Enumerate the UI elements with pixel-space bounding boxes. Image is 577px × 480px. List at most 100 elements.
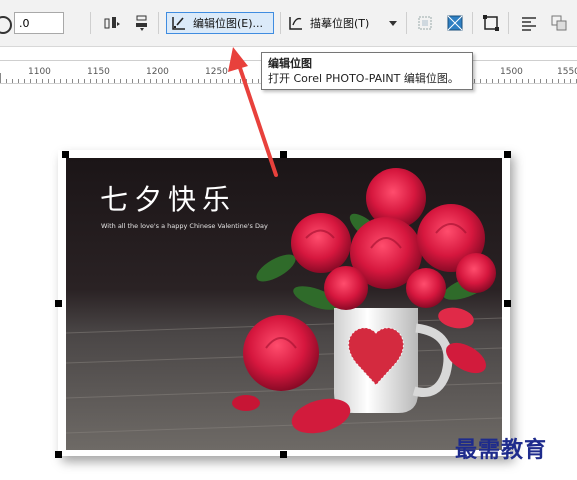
ruler-tick <box>132 79 133 83</box>
ruler-tick <box>228 79 229 83</box>
ruler-tick <box>480 79 481 83</box>
ruler-tick <box>102 79 103 83</box>
ruler-tick <box>108 79 109 83</box>
resize-handle-top[interactable] <box>280 151 287 158</box>
ruler-tick <box>144 79 145 83</box>
arrange-icon[interactable] <box>548 12 570 34</box>
tooltip-description: 打开 Corel PHOTO-PAINT 编辑位图。 <box>268 72 459 85</box>
ruler-tick <box>546 79 547 83</box>
ruler-tick <box>216 79 217 83</box>
tooltip: 编辑位图 打开 Corel PHOTO-PAINT 编辑位图。 <box>261 52 473 90</box>
edit-bitmap-button[interactable]: 编辑位图(E)... <box>166 12 274 34</box>
ruler-tick <box>252 79 253 83</box>
ruler-tick <box>522 79 523 83</box>
ruler-tick <box>552 79 553 83</box>
ruler-tick <box>180 79 181 83</box>
trace-bitmap-icon <box>289 17 302 30</box>
ruler-tick <box>528 79 529 83</box>
ruler-tick <box>42 79 43 83</box>
ruler-tick <box>258 79 259 83</box>
ruler-label: 1150 <box>87 67 110 77</box>
ruler-tick <box>186 79 187 83</box>
ruler-tick <box>150 79 151 83</box>
ruler-tick <box>504 79 505 83</box>
trace-bitmap-label: 描摹位图(T) <box>310 17 370 30</box>
ruler-tick <box>246 79 247 83</box>
resize-handle-right[interactable] <box>504 300 511 307</box>
ruler-tick <box>96 79 97 83</box>
ruler-label: 1100 <box>28 67 51 77</box>
ruler-label: 1550 <box>557 67 577 77</box>
ruler-tick <box>198 79 199 83</box>
edit-bitmap-label: 编辑位图(E)... <box>193 17 264 30</box>
ruler-tick <box>222 79 223 83</box>
toolbar-separator <box>508 12 509 34</box>
ruler-tick <box>534 79 535 83</box>
ruler-tick <box>474 79 475 83</box>
toolbar-separator <box>90 12 91 34</box>
property-toolbar: 编辑位图(E)... 描摹位图(T) <box>0 0 577 47</box>
rotation-icon <box>0 16 12 34</box>
ruler-tick <box>498 79 499 83</box>
trace-bitmap-button[interactable]: 描摹位图(T) <box>288 12 384 34</box>
ruler-tick <box>156 79 157 83</box>
ruler-tick <box>564 79 565 83</box>
bounding-box-icon[interactable] <box>480 12 502 34</box>
mirror-vertical-icon[interactable] <box>131 12 153 34</box>
resize-handle-bottom-left[interactable] <box>55 451 62 458</box>
ruler-tick <box>570 79 571 83</box>
toolbar-separator <box>406 12 407 34</box>
ruler-tick <box>168 79 169 83</box>
ruler-tick <box>174 79 175 83</box>
watermark-logo: 最需教育 <box>455 437 548 463</box>
ruler-tick <box>48 79 49 83</box>
ruler-tick <box>540 79 541 83</box>
ruler-tick <box>162 79 163 83</box>
resize-handle-bottom[interactable] <box>280 451 287 458</box>
ruler-tick <box>204 79 205 83</box>
wrap-text-icon[interactable] <box>518 12 540 34</box>
ruler-tick <box>240 79 241 83</box>
resize-handle-top-right[interactable] <box>504 151 511 158</box>
ruler-label: 1250 <box>205 67 228 77</box>
ruler-tick <box>516 79 517 83</box>
ruler-tick <box>84 79 85 83</box>
toolbar-separator <box>472 12 473 34</box>
resize-handle-left[interactable] <box>55 300 62 307</box>
ruler-tick <box>210 79 211 83</box>
ruler-tick <box>36 79 37 83</box>
ruler-tick <box>558 79 559 83</box>
image-subtitle-text: With all the love's a happy Chinese Vale… <box>101 222 268 230</box>
ruler-tick <box>138 79 139 83</box>
resample-bitmap-icon[interactable] <box>444 12 466 34</box>
image-title-text: 七夕快乐 <box>100 183 237 216</box>
ruler-tick <box>60 79 61 83</box>
ruler-tick <box>120 79 121 83</box>
rotation-angle-input[interactable] <box>14 12 64 34</box>
crop-bitmap-icon[interactable] <box>414 12 436 34</box>
toolbar-separator <box>280 12 281 34</box>
ruler-label: 1500 <box>500 67 523 77</box>
ruler-tick <box>114 79 115 83</box>
ruler-tick <box>6 79 7 83</box>
ruler-tick <box>66 79 67 83</box>
trace-dropdown-arrow-icon[interactable] <box>386 12 400 34</box>
ruler-tick <box>54 79 55 83</box>
ruler-tick <box>18 79 19 83</box>
mirror-horizontal-icon[interactable] <box>101 12 123 34</box>
edit-bitmap-icon <box>172 17 185 30</box>
toolbar-separator <box>158 12 159 34</box>
ruler-tick <box>126 79 127 83</box>
ruler-tick <box>24 79 25 83</box>
ruler-tick <box>72 79 73 83</box>
ruler-tick <box>12 79 13 83</box>
ruler-tick <box>486 79 487 83</box>
resize-handle-top-left[interactable] <box>62 151 69 158</box>
tooltip-title: 编辑位图 <box>268 57 312 70</box>
ruler-tick <box>90 79 91 83</box>
ruler-label: 1200 <box>146 67 169 77</box>
ruler-tick <box>510 79 511 83</box>
ruler-tick <box>78 79 79 83</box>
ruler-tick <box>192 79 193 83</box>
ruler-tick <box>492 79 493 83</box>
